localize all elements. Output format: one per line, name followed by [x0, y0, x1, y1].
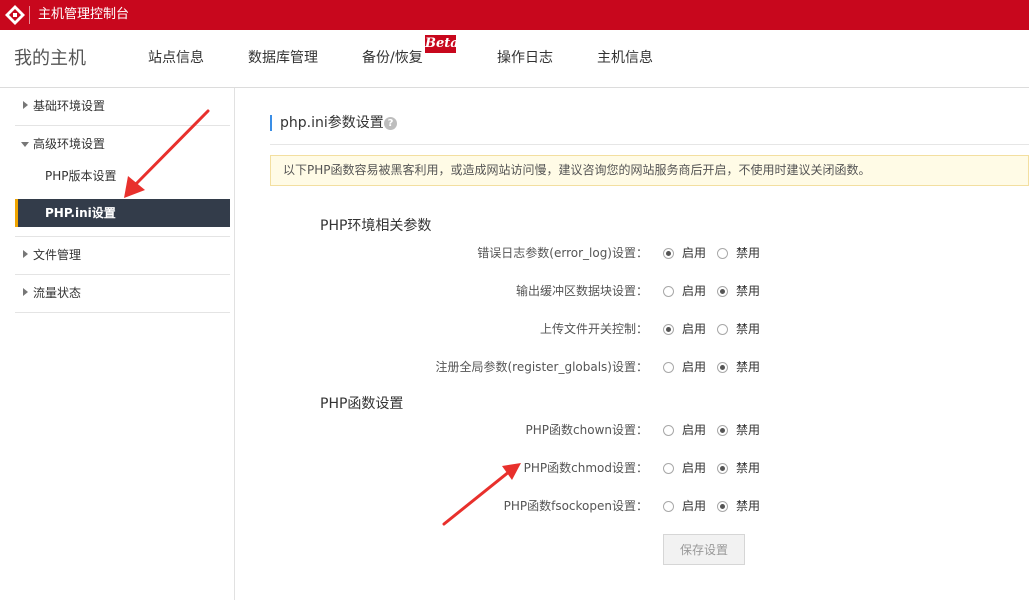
annotation-overlay: [124, 109, 521, 526]
annotation-arrow-chmod: [442, 463, 521, 526]
annotation-arrow-sidebar: [124, 109, 210, 198]
